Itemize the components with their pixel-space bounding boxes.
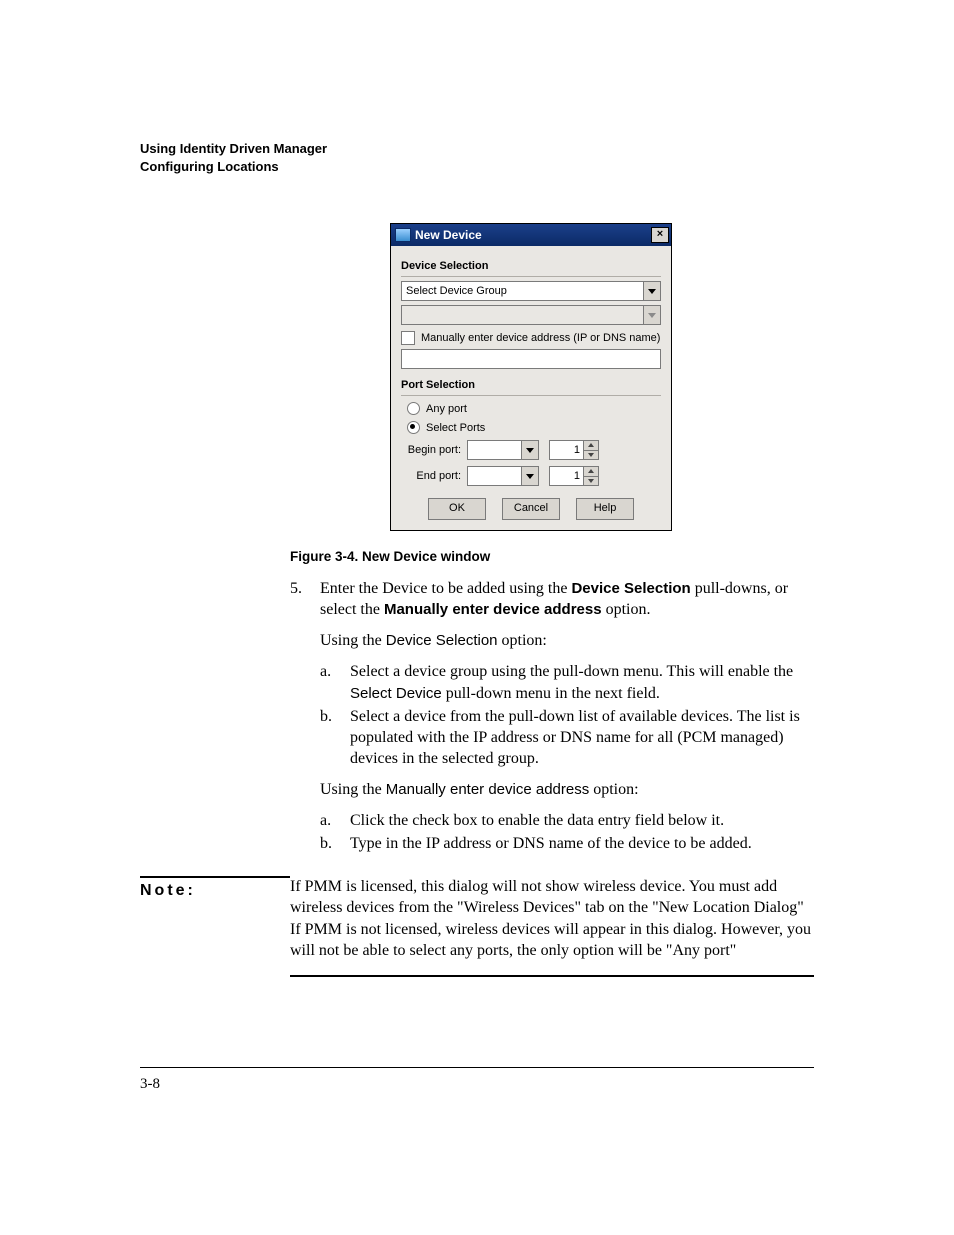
chevron-down-icon — [521, 467, 538, 485]
note-block: Note: If PMM is licensed, this dialog wi… — [140, 876, 814, 976]
port-selection-legend: Port Selection — [401, 379, 661, 391]
page-number: 3-8 — [140, 1076, 814, 1093]
spinner-up-icon[interactable] — [584, 441, 598, 451]
any-port-radio[interactable] — [407, 402, 420, 415]
end-port-spinner[interactable]: 1 — [549, 466, 599, 486]
select-ports-label: Select Ports — [426, 422, 485, 434]
select-device-group-value: Select Device Group — [402, 282, 643, 300]
new-device-dialog: New Device × Device Selection Select Dev… — [390, 223, 672, 531]
dialog-titlebar: New Device × — [391, 224, 671, 246]
figure-dialog: New Device × Device Selection Select Dev… — [390, 223, 814, 531]
close-icon[interactable]: × — [651, 227, 669, 243]
any-port-label: Any port — [426, 403, 467, 415]
device-selection-legend: Device Selection — [401, 260, 661, 272]
manual-address-label: Manually enter device address (IP or DNS… — [421, 332, 660, 344]
cancel-button[interactable]: Cancel — [502, 498, 560, 520]
running-head-line1: Using Identity Driven Manager — [140, 140, 814, 158]
chevron-down-icon — [521, 441, 538, 459]
end-port-value: 1 — [550, 467, 583, 485]
body-text: 5. Enter the Device to be added using th… — [290, 578, 814, 858]
note-label: Note: — [140, 876, 290, 900]
note-body: If PMM is licensed, this dialog will not… — [290, 878, 811, 958]
running-head: Using Identity Driven Manager Configurin… — [140, 140, 814, 175]
figure-caption: Figure 3-4. New Device window — [290, 549, 814, 564]
spinner-down-icon[interactable] — [584, 451, 598, 460]
chevron-down-icon — [643, 282, 660, 300]
chevron-down-icon — [643, 306, 660, 324]
spinner-up-icon[interactable] — [584, 467, 598, 477]
dialog-title: New Device — [415, 228, 651, 242]
help-button[interactable]: Help — [576, 498, 634, 520]
app-icon — [395, 228, 411, 242]
spinner-down-icon[interactable] — [584, 477, 598, 486]
manual-address-input[interactable] — [401, 349, 661, 369]
ok-button[interactable]: OK — [428, 498, 486, 520]
select-ports-radio[interactable] — [407, 421, 420, 434]
end-port-label: End port: — [401, 470, 461, 482]
begin-port-value: 1 — [550, 441, 583, 459]
running-head-line2: Configuring Locations — [140, 158, 814, 176]
select-device-group-combo[interactable]: Select Device Group — [401, 281, 661, 301]
step-number: 5. — [290, 578, 320, 858]
begin-port-spinner[interactable]: 1 — [549, 440, 599, 460]
manual-address-checkbox[interactable] — [401, 331, 415, 345]
select-device-combo[interactable] — [401, 305, 661, 325]
begin-port-label: Begin port: — [401, 444, 461, 456]
end-port-combo[interactable] — [467, 466, 539, 486]
begin-port-combo[interactable] — [467, 440, 539, 460]
